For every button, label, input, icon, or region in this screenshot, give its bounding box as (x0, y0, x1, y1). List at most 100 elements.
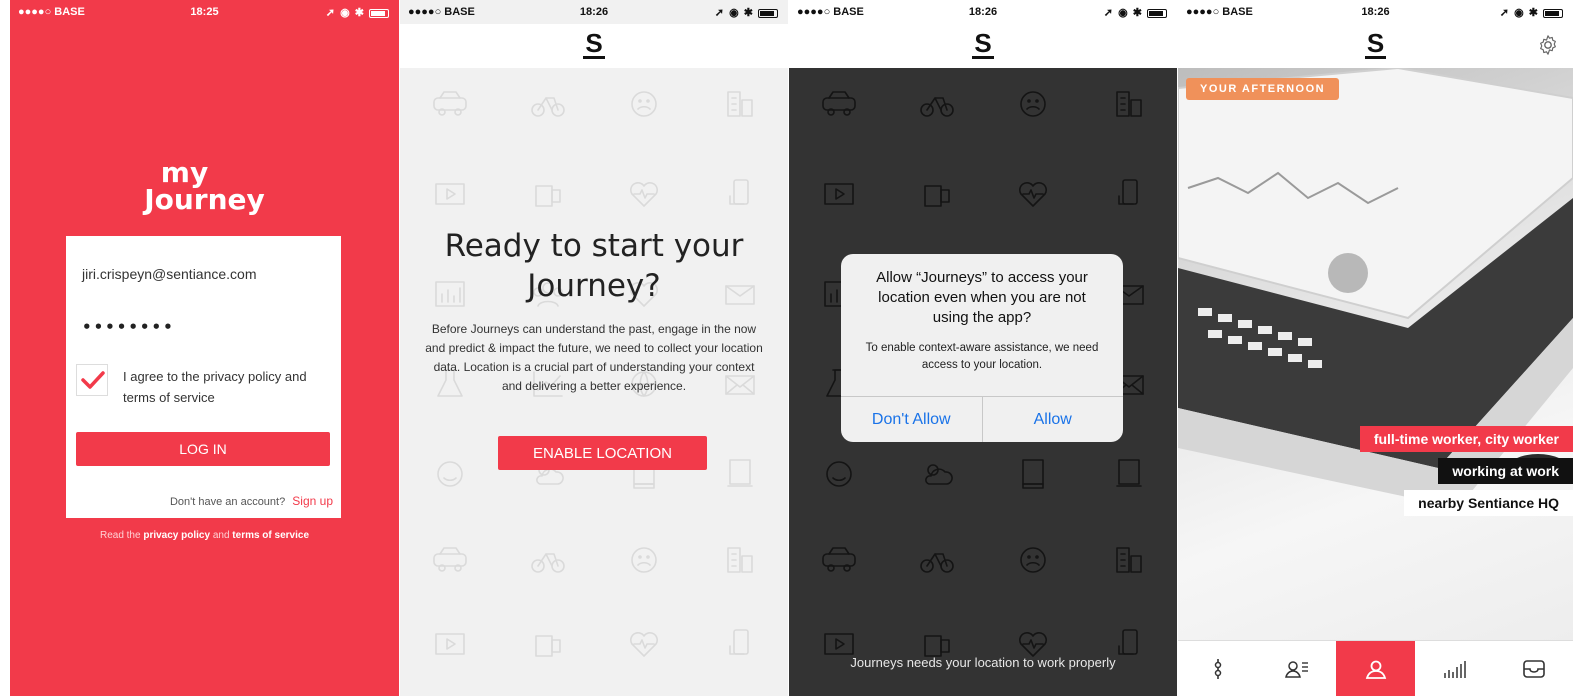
policy-footer: Read the privacy policy and terms of ser… (10, 530, 399, 541)
face-icon (1013, 542, 1053, 578)
brand-logo: S (972, 28, 994, 59)
bike-icon (917, 86, 957, 122)
status-indicators: ➚ ◉ ✱ (1500, 6, 1563, 19)
tablet-icon (1109, 456, 1149, 492)
building-icon (1109, 86, 1149, 122)
login-card: jiri.crispeyn@sentiance.com •••••••• I a… (66, 236, 341, 518)
tab-bar (1178, 640, 1573, 696)
battery-icon (1543, 8, 1563, 18)
battery-icon (758, 8, 778, 18)
policy-prefix: Read the (99, 530, 141, 541)
inbox-icon (1522, 660, 1545, 678)
status-bar: ●●●●○ BASE 18:26 ➚ ◉ ✱ (1178, 0, 1573, 24)
building-icon (1109, 542, 1149, 578)
weather-icon (917, 456, 957, 492)
brand-logo: S (583, 28, 605, 59)
laptop-illustration (1178, 68, 1573, 508)
status-bar: ●●●●○ BASE 18:25 ➚ ◉ ✱ (10, 0, 399, 24)
status-indicators: ➚ ◉ ✱ (1104, 6, 1167, 19)
alert-title: Allow “Journeys” to access your location… (876, 269, 1088, 326)
profile-list-icon (1284, 661, 1308, 678)
checkmark-icon (81, 371, 105, 389)
page-title: Ready to start your Journey? (444, 228, 744, 304)
context-photo: YOUR AFTERNOON (1178, 68, 1573, 640)
devices-icon (528, 626, 568, 662)
dont-allow-button[interactable]: Don't Allow (841, 397, 982, 442)
nav-bar: S (400, 24, 788, 68)
bike-icon (528, 542, 568, 578)
home-screen: ●●●●○ BASE 18:26 ➚ ◉ ✱ S YOUR AFTERNOON … (1178, 0, 1573, 696)
bike-icon (917, 542, 957, 578)
screenshot-strip: ●●●●○ BASE 18:25 ➚ ◉ ✱ my Journey jiri.c… (0, 0, 1573, 696)
face-icon (624, 86, 664, 122)
no-account-text: Don't have an account? (169, 496, 286, 508)
agree-label: I agree to the privacy policy and terms … (123, 369, 307, 405)
emoji-icon (430, 456, 470, 492)
face-icon (1013, 86, 1053, 122)
activity-tag: working at work (1438, 458, 1573, 484)
tab-stats[interactable] (1415, 641, 1494, 696)
agree-checkbox[interactable] (76, 364, 108, 396)
home-user-icon (1365, 660, 1386, 679)
venue-tag: nearby Sentiance HQ (1404, 490, 1573, 516)
allow-button[interactable]: Allow (981, 397, 1124, 442)
tab-profile[interactable] (1257, 641, 1336, 696)
battery-icon (369, 8, 389, 18)
battery-icon (1147, 8, 1167, 18)
devices-icon (917, 176, 957, 212)
heart-pulse-icon (624, 176, 664, 212)
login-button[interactable]: LOG IN (76, 432, 330, 466)
segment-tag: full-time worker, city worker (1359, 426, 1573, 452)
alert-actions: Don't Allow Allow (841, 396, 1123, 442)
gear-icon[interactable] (1537, 34, 1559, 56)
heart-pulse-icon (1013, 176, 1053, 212)
building-icon (720, 542, 760, 578)
terms-link[interactable]: terms of service (232, 530, 309, 541)
video-icon (430, 176, 470, 212)
phone-hand-icon (1109, 176, 1149, 212)
alert-message: To enable context-aware assistance, we n… (865, 342, 1099, 371)
login-screen: ●●●●○ BASE 18:25 ➚ ◉ ✱ my Journey jiri.c… (10, 0, 399, 696)
car-icon (430, 542, 470, 578)
app-logo: my Journey (10, 159, 399, 216)
tab-home[interactable] (1336, 641, 1415, 696)
nav-bar: S (1178, 24, 1573, 68)
policy-and: and (212, 530, 230, 541)
stats-icon (1443, 661, 1466, 678)
location-explanation: Before Journeys can understand the past,… (425, 322, 763, 393)
bike-icon (528, 86, 568, 122)
book-icon (1013, 456, 1053, 492)
location-alert: Allow “Journeys” to access your location… (841, 254, 1123, 442)
heart-pulse-icon (624, 626, 664, 662)
tablet-icon (720, 456, 760, 492)
car-icon (819, 86, 859, 122)
status-indicators: ➚ ◉ ✱ (326, 6, 389, 19)
video-icon (819, 176, 859, 212)
privacy-policy-link[interactable]: privacy policy (143, 530, 210, 541)
status-indicators: ➚ ◉ ✱ (715, 6, 778, 19)
password-field[interactable]: •••••••• (82, 318, 175, 336)
time-of-day-badge: YOUR AFTERNOON (1186, 78, 1340, 100)
nav-bar: S (789, 24, 1177, 68)
timeline-icon (1214, 659, 1221, 679)
signup-prompt: Don't have an account? Sign up (170, 494, 333, 508)
car-icon (430, 86, 470, 122)
enable-location-button[interactable]: ENABLE LOCATION (498, 436, 707, 470)
phone-hand-icon (720, 626, 760, 662)
brand-logo: S (1364, 28, 1387, 59)
status-bar: ●●●●○ BASE 18:26 ➚ ◉ ✱ (789, 0, 1177, 24)
phone-hand-icon (720, 176, 760, 212)
face-icon (624, 542, 664, 578)
tab-timeline[interactable] (1178, 641, 1257, 696)
car-icon (819, 542, 859, 578)
signup-link[interactable]: Sign up (292, 494, 333, 508)
location-permission-screen: ●●●●○ BASE 18:26 ➚ ◉ ✱ S Allow “Journeys… (789, 0, 1177, 696)
video-icon (430, 626, 470, 662)
logo-line-2: Journey (144, 183, 265, 216)
enable-location-screen: ●●●●○ BASE 18:26 ➚ ◉ ✱ S Ready to start … (400, 0, 788, 696)
email-field[interactable]: jiri.crispeyn@sentiance.com (82, 266, 257, 282)
building-icon (720, 86, 760, 122)
tab-inbox[interactable] (1494, 641, 1573, 696)
devices-icon (528, 176, 568, 212)
location-required-notice: Journeys needs your location to work pro… (850, 655, 1116, 670)
